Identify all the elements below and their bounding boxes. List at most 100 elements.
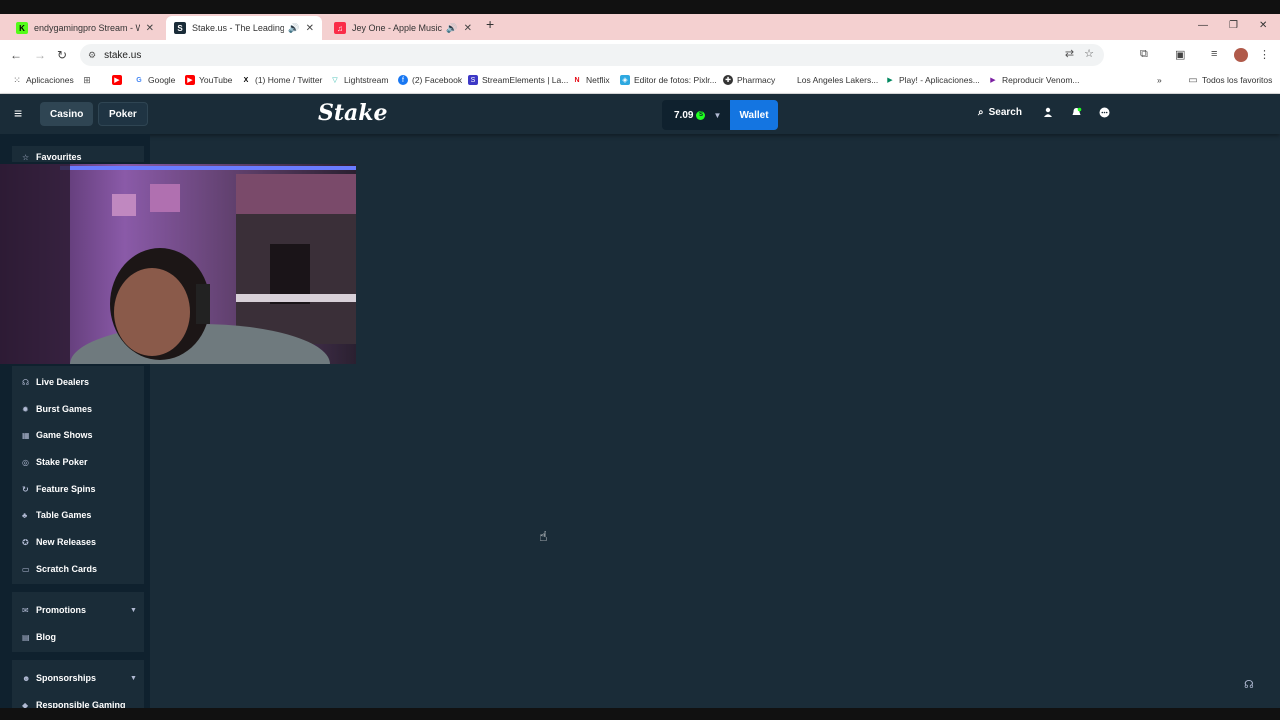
- new-tab-button[interactable]: +: [486, 16, 494, 32]
- os-top-bar: [0, 0, 1280, 14]
- balance-amount: 7.09: [674, 109, 694, 121]
- back-arrow-icon[interactable]: ←: [10, 48, 22, 62]
- bookmark-facebook[interactable]: f (2) Facebook: [398, 75, 462, 85]
- poker-button[interactable]: Poker: [98, 102, 148, 126]
- bookmarks-bar: ⁙ Aplicaciones ⊞ ▶ G Google ▶ YouTube X (1) …: [0, 70, 1280, 94]
- search-button[interactable]: ⌕ Search: [978, 107, 1022, 118]
- bookmark-youtube[interactable]: ▶ YouTube: [185, 75, 232, 85]
- apple-music-icon: ♫: [334, 22, 346, 34]
- tab-search-icon[interactable]: ▣: [1175, 48, 1185, 61]
- browser-tab-kick[interactable]: K endygamingpro Stream - Watch ✕: [8, 16, 162, 40]
- speaker-icon[interactable]: 🔊: [288, 23, 299, 34]
- minimize-icon[interactable]: —: [1198, 20, 1208, 31]
- bookmark-google[interactable]: G Google: [134, 75, 175, 85]
- play-icon: ▶: [990, 77, 996, 84]
- streamelements-icon: S: [468, 75, 478, 85]
- search-label: Search: [988, 107, 1022, 118]
- google-icon: G: [136, 76, 142, 84]
- notifications-icon[interactable]: [1070, 106, 1082, 118]
- x-icon: X: [243, 76, 249, 84]
- bookmarks-overflow[interactable]: »: [1157, 75, 1162, 85]
- folder-icon: ▭: [1188, 74, 1198, 86]
- bookmark-pharmacy[interactable]: ✚ Pharmacy: [723, 75, 775, 85]
- extensions-icon[interactable]: ⧉: [1140, 48, 1148, 61]
- reload-icon[interactable]: ↻: [57, 48, 67, 62]
- close-icon[interactable]: ✕: [306, 23, 314, 34]
- bookmark-streamelements[interactable]: S StreamElements | La...: [468, 75, 568, 85]
- bookmark-pixlr[interactable]: ◈ Editor de fotos: Pixlr...: [620, 75, 717, 85]
- bookmark-all-favourites[interactable]: ▭ Todos los favoritos: [1188, 74, 1272, 86]
- translate-icon[interactable]: ⇄: [1065, 47, 1074, 60]
- bookmark-youtube-short[interactable]: ▶: [112, 75, 126, 85]
- google-play-icon: ▶: [887, 77, 893, 84]
- user-icon[interactable]: [1042, 106, 1054, 118]
- chevron-down-icon: ▼: [130, 606, 137, 614]
- bookmark-grid[interactable]: ⊞: [82, 75, 96, 85]
- sidebar-item-favourites[interactable]: ☆ Favourites: [22, 152, 82, 162]
- wallet-button[interactable]: Wallet: [730, 100, 778, 130]
- media-control-icon[interactable]: ≡: [1211, 48, 1217, 60]
- bookmark-venom[interactable]: ▶ Reproducir Venom...: [988, 75, 1079, 85]
- site-header: ≡ Casino Poker Stake 7.09 S ▼ Wallet ⌕ S…: [0, 94, 1280, 134]
- bookmark-google-play[interactable]: ▶ Play! - Aplicaciones...: [885, 75, 980, 85]
- spins-icon: ↻: [22, 484, 29, 494]
- youtube-icon: ▶: [112, 75, 122, 85]
- kick-logo-icon: K: [16, 22, 28, 34]
- table-games-icon: ♣: [22, 510, 28, 520]
- forward-arrow-icon[interactable]: →: [34, 48, 46, 62]
- sidebar-item-game-shows[interactable]: ▦ Game Shows: [22, 430, 93, 440]
- address-bar[interactable]: ⚙ stake.us ⇄ ☆: [80, 44, 1104, 66]
- bookmark-twitter[interactable]: X (1) Home / Twitter: [241, 75, 323, 85]
- chevron-down-icon: ▼: [713, 110, 722, 120]
- close-icon[interactable]: ✕: [146, 23, 154, 34]
- bookmark-apps[interactable]: ⁙ Aplicaciones: [12, 74, 74, 86]
- close-icon[interactable]: ✕: [464, 23, 472, 34]
- mouse-pointer-icon: ☝: [539, 528, 548, 544]
- tab-title: Stake.us - The Leading Soci: [192, 23, 285, 33]
- gift-icon: ✉: [22, 605, 29, 615]
- new-releases-icon: ✪: [22, 537, 29, 547]
- balance-dropdown[interactable]: 7.09 S ▼: [662, 100, 730, 130]
- sidebar-item-burst-games[interactable]: ✹ Burst Games: [22, 404, 92, 414]
- browser-tab-stake[interactable]: S Stake.us - The Leading Soci 🔊 ✕: [166, 16, 322, 40]
- chevron-down-icon: ▼: [130, 674, 137, 682]
- search-icon: ⌕: [978, 107, 984, 118]
- site-info-icon[interactable]: ⚙: [88, 50, 96, 61]
- bookmark-lakers[interactable]: Los Angeles Lakers...: [797, 75, 878, 85]
- grid-icon: ⊞: [83, 74, 91, 85]
- sidebar-item-sponsorships[interactable]: ☻ Sponsorships ▼: [22, 673, 137, 683]
- chat-icon[interactable]: [1098, 106, 1110, 118]
- blog-icon: ▤: [22, 632, 30, 642]
- sponsorship-icon: ☻: [22, 673, 31, 683]
- sidebar-item-table-games[interactable]: ♣ Table Games: [22, 510, 91, 520]
- stake-logo[interactable]: Stake: [318, 100, 388, 126]
- streamer-webcam-overlay: [0, 164, 356, 364]
- bookmark-lightstream[interactable]: ▽ Lightstream: [330, 75, 388, 85]
- sidebar-item-feature-spins[interactable]: ↻ Feature Spins: [22, 484, 96, 494]
- tab-title: Jey One - Apple Music: [352, 23, 443, 33]
- profile-avatar[interactable]: [1234, 48, 1248, 62]
- youtube-icon: ▶: [185, 75, 195, 85]
- pharmacy-icon: ✚: [723, 75, 733, 85]
- sidebar-item-new-releases[interactable]: ✪ New Releases: [22, 537, 96, 547]
- game-show-icon: ▦: [22, 430, 30, 440]
- sidebar-item-blog[interactable]: ▤ Blog: [22, 632, 56, 642]
- sidebar-item-live-dealers[interactable]: ☊ Live Dealers: [22, 377, 89, 387]
- bookmark-netflix[interactable]: N Netflix: [572, 75, 609, 85]
- sidebar-item-scratch-cards[interactable]: ▭ Scratch Cards: [22, 564, 97, 574]
- browser-toolbar: ← → ↻ ⚙ stake.us ⇄ ☆ ⧉ ▣ ≡ ⋮: [0, 40, 1280, 70]
- browser-menu-icon[interactable]: ⋮: [1259, 48, 1270, 61]
- tab-title: endygamingpro Stream - Watch: [34, 23, 140, 33]
- netflix-icon: N: [574, 76, 580, 84]
- browser-tab-apple-music[interactable]: ♫ Jey One - Apple Music 🔊 ✕: [326, 16, 480, 40]
- menu-hamburger-icon[interactable]: ≡: [14, 106, 26, 120]
- apps-grid-icon: ⁙: [13, 74, 21, 85]
- restore-icon[interactable]: ❐: [1229, 20, 1238, 31]
- sidebar-item-promotions[interactable]: ✉ Promotions ▼: [22, 605, 137, 615]
- speaker-icon[interactable]: 🔊: [446, 23, 457, 34]
- bookmark-star-icon[interactable]: ☆: [1084, 47, 1094, 60]
- window-close-icon[interactable]: ✕: [1259, 20, 1267, 31]
- support-headset-icon[interactable]: ☊: [1244, 678, 1254, 691]
- sidebar-item-stake-poker[interactable]: ◎ Stake Poker: [22, 457, 88, 467]
- casino-button[interactable]: Casino: [40, 102, 94, 126]
